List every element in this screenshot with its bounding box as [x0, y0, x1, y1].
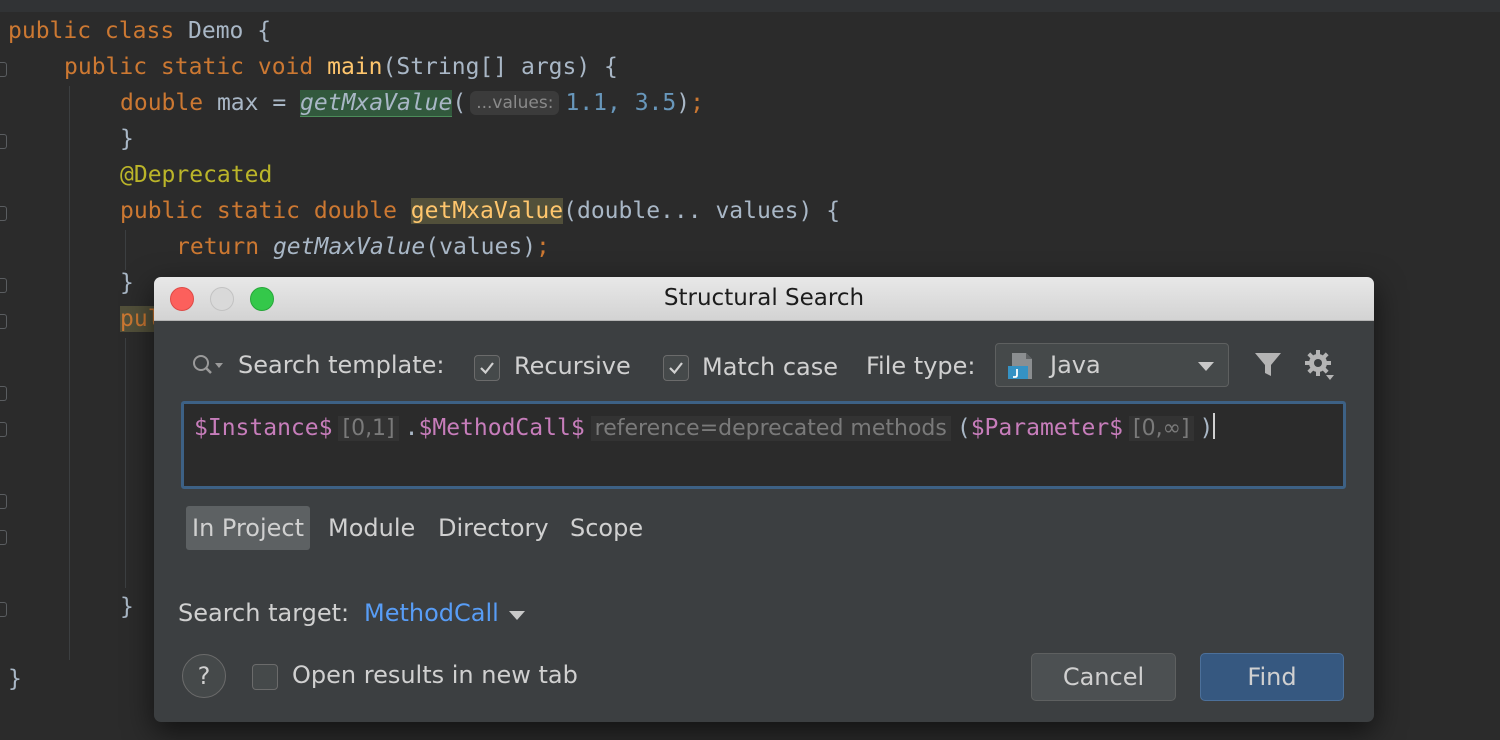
- fold-marker-icon[interactable]: [0, 62, 7, 77]
- match-case-label[interactable]: Match case: [702, 353, 838, 381]
- instance-variable[interactable]: $Instance$: [194, 415, 332, 441]
- fold-marker-icon[interactable]: [0, 494, 7, 509]
- code-line: double max = getMxaValue(...values: 1.1, …: [120, 90, 704, 117]
- code-token: main: [327, 54, 383, 80]
- dialog-titlebar[interactable]: Structural Search: [154, 277, 1374, 321]
- code-token: (values): [425, 234, 537, 260]
- code-token: getMaxValue: [272, 234, 426, 260]
- template-close-paren: ): [1199, 415, 1214, 441]
- find-button[interactable]: Find: [1200, 653, 1344, 701]
- code-token: }: [120, 126, 134, 152]
- method-declaration-highlight[interactable]: getMxaValue: [410, 198, 564, 224]
- chevron-down-icon: [1198, 362, 1214, 371]
- text-caret: [1213, 413, 1216, 439]
- checkmark-icon: [669, 362, 683, 375]
- file-type-value: Java: [1050, 351, 1101, 379]
- fold-marker-icon[interactable]: [0, 422, 7, 437]
- code-token: double: [120, 90, 217, 116]
- fold-marker-icon[interactable]: [0, 314, 7, 329]
- code-line: public class Demo {: [8, 13, 271, 49]
- scope-tab-module[interactable]: Module: [322, 506, 421, 550]
- fold-marker-icon[interactable]: [0, 386, 7, 401]
- code-line: }: [8, 661, 22, 697]
- search-template-editor[interactable]: $Instance$ [0,1] .$MethodCall$ reference=de…: [181, 401, 1346, 489]
- open-in-new-tab-checkbox[interactable]: [252, 664, 278, 690]
- dialog-title: Structural Search: [663, 285, 865, 311]
- code-token: max =: [216, 90, 301, 116]
- code-line: }: [120, 121, 134, 157]
- match-case-checkbox[interactable]: [663, 355, 689, 381]
- method-reference-constraint[interactable]: reference=deprecated methods: [590, 416, 951, 441]
- parameter-count-constraint[interactable]: [0,∞]: [1129, 416, 1194, 441]
- indent-guide: [69, 86, 70, 660]
- instance-count-constraint[interactable]: [0,1]: [338, 416, 399, 441]
- deprecated-call-highlight[interactable]: getMxaValue: [300, 90, 453, 117]
- search-target-dropdown[interactable]: MethodCall: [364, 599, 499, 627]
- code-token: 1.1, 3.5: [565, 90, 677, 116]
- scope-tab-in-project[interactable]: In Project: [186, 506, 311, 550]
- code-line: return getMaxValue(values);: [176, 229, 550, 265]
- template-text: $Instance$ [0,1] .$MethodCall$ reference=de…: [194, 410, 1216, 446]
- code-token: public class: [8, 18, 189, 44]
- code-line: }: [120, 265, 134, 301]
- recursive-label[interactable]: Recursive: [514, 352, 631, 380]
- code-line: public static void main(String[] args) {: [64, 49, 618, 85]
- filter-icon[interactable]: [1252, 349, 1284, 381]
- code-token: }: [8, 666, 22, 692]
- code-line: public static double getMxaValue(double.…: [120, 193, 840, 229]
- parameter-hint: ...values:: [470, 91, 560, 115]
- fold-marker-icon[interactable]: [0, 278, 7, 293]
- code-token: public static void: [64, 54, 328, 80]
- checkmark-icon: [480, 362, 494, 375]
- search-target-label: Search target:: [178, 599, 350, 627]
- code-token: @Deprecated: [120, 162, 273, 188]
- cancel-button[interactable]: Cancel: [1031, 653, 1176, 701]
- template-open-paren: (: [956, 415, 971, 441]
- fold-marker-icon[interactable]: [0, 206, 7, 221]
- file-type-dropdown[interactable]: Java: [995, 343, 1229, 387]
- search-template-label: Search template:: [238, 351, 445, 379]
- help-button[interactable]: ?: [182, 654, 226, 698]
- template-dot: .: [404, 415, 419, 441]
- fold-marker-icon[interactable]: [0, 530, 7, 545]
- editor-top-strip: [0, 0, 1500, 12]
- code-line: }: [120, 589, 134, 625]
- method-call-variable[interactable]: $MethodCall$: [419, 415, 585, 441]
- code-token: }: [120, 594, 134, 620]
- scope-tab-scope[interactable]: Scope: [564, 506, 649, 550]
- code-token: (double... values) {: [563, 198, 841, 224]
- indent-guide: [125, 338, 126, 588]
- scope-tab-directory[interactable]: Directory: [432, 506, 555, 550]
- file-type-label: File type:: [866, 352, 976, 380]
- fold-marker-icon[interactable]: [0, 134, 7, 149]
- code-token: public static double: [120, 198, 411, 224]
- chevron-down-icon[interactable]: [509, 611, 525, 620]
- code-token: Demo {: [188, 18, 272, 44]
- java-file-icon: [1008, 353, 1032, 379]
- code-token: (String[] args) {: [382, 54, 618, 80]
- code-token: }: [120, 270, 134, 296]
- fold-marker-icon[interactable]: [0, 602, 7, 617]
- code-line: @Deprecated: [120, 157, 272, 193]
- settings-gear-icon[interactable]: [1304, 349, 1336, 381]
- indent-guide: [125, 230, 126, 270]
- code-token: ;: [536, 234, 550, 260]
- recursive-checkbox[interactable]: [474, 355, 500, 381]
- code-token: return: [176, 234, 273, 260]
- open-in-new-tab-label[interactable]: Open results in new tab: [292, 661, 578, 689]
- parameter-variable[interactable]: $Parameter$: [971, 415, 1123, 441]
- structural-search-dialog: Structural Search Search template: Recur…: [154, 277, 1374, 722]
- search-history-icon[interactable]: [190, 353, 226, 377]
